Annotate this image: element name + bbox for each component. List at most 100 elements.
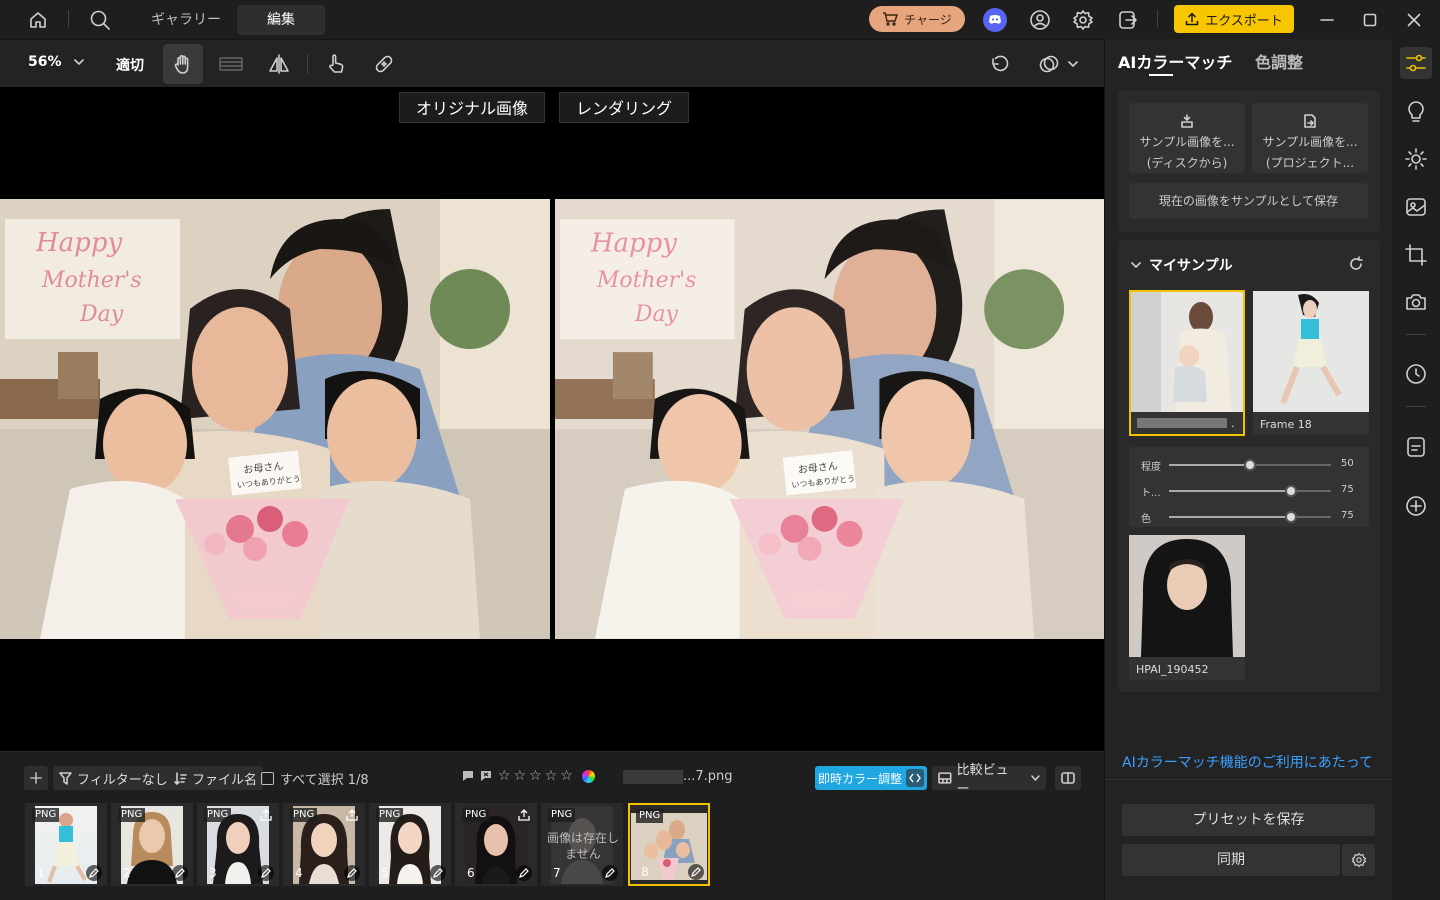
thumbnail-2[interactable]: PNG 2 bbox=[111, 803, 193, 886]
edit-icon[interactable] bbox=[516, 865, 532, 881]
discord-icon[interactable] bbox=[981, 0, 1009, 39]
color-label-icon[interactable] bbox=[581, 770, 595, 783]
filmstrip-icon bbox=[219, 57, 243, 71]
select-all-checkbox[interactable]: すべて選択 1/8 bbox=[261, 769, 369, 788]
slider-handle[interactable] bbox=[1284, 485, 1297, 497]
split-icon bbox=[1061, 772, 1075, 784]
my-samples-header[interactable]: マイサンプル bbox=[1131, 255, 1233, 275]
save-current-as-sample-button[interactable]: 現在の画像をサンプルとして保存 bbox=[1129, 183, 1368, 219]
reset-button[interactable] bbox=[980, 44, 1020, 84]
sort-button[interactable]: ファイル名 bbox=[168, 766, 264, 790]
slider-value: 50 bbox=[1341, 458, 1354, 469]
tab-ai-color-match[interactable]: AIカラーマッチ bbox=[1118, 49, 1232, 73]
slider-fill bbox=[1169, 464, 1250, 466]
sample-item-3[interactable]: HPAI_190452 bbox=[1129, 535, 1245, 680]
gear-icon[interactable] bbox=[1069, 0, 1097, 39]
png-badge: PNG bbox=[376, 808, 404, 822]
compare-view-select[interactable]: 比較ビュー bbox=[932, 763, 1046, 797]
export-button[interactable]: エクスポート bbox=[1174, 5, 1294, 33]
edit-icon[interactable] bbox=[172, 865, 188, 881]
rail-adjust[interactable] bbox=[1400, 47, 1432, 79]
sign-out-icon[interactable] bbox=[1114, 0, 1142, 39]
add-image-button[interactable] bbox=[24, 766, 48, 790]
rail-light[interactable] bbox=[1400, 143, 1432, 175]
minimize-icon[interactable] bbox=[1315, 0, 1339, 39]
flip-tool[interactable] bbox=[259, 44, 299, 84]
home-icon[interactable] bbox=[24, 0, 52, 39]
filename-blur bbox=[623, 770, 683, 784]
close-icon[interactable] bbox=[1402, 0, 1426, 39]
thumbnail-8[interactable]: PNG 8 bbox=[628, 803, 710, 886]
sample-item-2[interactable]: Frame 18 bbox=[1253, 291, 1369, 435]
split-view-button[interactable] bbox=[1055, 766, 1081, 790]
sample-from-disk-button[interactable]: サンプル画像を... (ディスクから) bbox=[1129, 103, 1245, 173]
ai-color-match-info-link[interactable]: AIカラーマッチ機能のご利用にあたって bbox=[1122, 752, 1373, 772]
tone-slider[interactable]: ト... 75 bbox=[1141, 481, 1355, 501]
refresh-icon[interactable] bbox=[1348, 256, 1364, 272]
divider bbox=[1157, 10, 1158, 28]
divider bbox=[68, 10, 69, 28]
thumbnail-5[interactable]: PNG 5 bbox=[369, 803, 451, 886]
filter-button[interactable]: フィルターなし bbox=[53, 766, 174, 790]
upload-icon[interactable] bbox=[346, 809, 358, 821]
edit-icon[interactable] bbox=[602, 865, 618, 881]
thumbnail-1[interactable]: PNG 1 bbox=[25, 803, 107, 886]
slider-handle[interactable] bbox=[1244, 459, 1256, 471]
maximize-icon[interactable] bbox=[1358, 0, 1382, 39]
fit-button[interactable]: 適切 bbox=[116, 55, 144, 75]
slider-track[interactable] bbox=[1169, 485, 1331, 497]
touch-tool[interactable] bbox=[316, 44, 356, 84]
edit-icon[interactable] bbox=[688, 864, 704, 880]
rail-history[interactable] bbox=[1400, 358, 1432, 390]
rail-notes[interactable] bbox=[1400, 431, 1432, 463]
sort-icon bbox=[174, 771, 187, 785]
rail-add[interactable] bbox=[1400, 490, 1432, 522]
slider-handle[interactable] bbox=[1284, 511, 1297, 523]
save-preset-button[interactable]: プリセットを保存 bbox=[1122, 804, 1375, 836]
rail-crop[interactable] bbox=[1400, 239, 1432, 271]
instant-color-toggle[interactable]: 即時カラー調整 bbox=[815, 766, 927, 790]
edit-icon[interactable] bbox=[344, 865, 360, 881]
thumbnail-number: 5 bbox=[381, 866, 389, 880]
thumbnail-7[interactable]: 画像は存在しません PNG 7 bbox=[541, 803, 623, 886]
thumbnail-6[interactable]: PNG 6 bbox=[455, 803, 537, 886]
png-badge: PNG bbox=[290, 808, 318, 822]
slider-track[interactable] bbox=[1169, 511, 1331, 523]
upload-icon[interactable] bbox=[260, 809, 272, 821]
overlay-select[interactable] bbox=[1028, 44, 1088, 84]
tab-edit[interactable]: 編集 bbox=[237, 5, 325, 35]
rail-camera[interactable] bbox=[1400, 286, 1432, 318]
preview-canvas[interactable]: オリジナル画像 レンダリング Happy Mother's Day お母さん い… bbox=[0, 88, 1104, 751]
edit-icon[interactable] bbox=[258, 865, 274, 881]
chevron-down-icon bbox=[1031, 775, 1040, 781]
rail-ai[interactable] bbox=[1400, 96, 1432, 128]
sample-item-1[interactable]: . bbox=[1129, 290, 1245, 436]
layout-tool[interactable] bbox=[211, 44, 251, 84]
hand-tool[interactable] bbox=[163, 44, 203, 84]
search-icon[interactable] bbox=[86, 0, 114, 39]
degree-slider[interactable]: 程度 50 bbox=[1141, 455, 1355, 475]
sliders-icon bbox=[1406, 54, 1426, 72]
slider-track[interactable] bbox=[1169, 459, 1331, 471]
slider-value: 75 bbox=[1341, 484, 1354, 495]
tab-gallery[interactable]: ギャラリー bbox=[140, 5, 232, 35]
edit-icon[interactable] bbox=[86, 865, 102, 881]
edit-icon[interactable] bbox=[430, 865, 446, 881]
zoom-select[interactable]: 56% bbox=[28, 54, 84, 70]
thumbnail-4[interactable]: PNG 4 bbox=[283, 803, 365, 886]
tab-color-adjust[interactable]: 色調整 bbox=[1255, 49, 1303, 73]
charge-button[interactable]: チャージ bbox=[869, 6, 965, 32]
rail-image[interactable] bbox=[1400, 191, 1432, 223]
star-rating[interactable]: ☆☆☆☆☆ bbox=[498, 769, 576, 783]
reject-flag-icon[interactable] bbox=[480, 770, 492, 782]
flag-icon[interactable] bbox=[462, 770, 474, 782]
thumbnail-3[interactable]: PNG 3 bbox=[197, 803, 279, 886]
bandage-tool[interactable] bbox=[364, 44, 404, 84]
sync-settings-button[interactable] bbox=[1342, 844, 1375, 876]
sync-button[interactable]: 同期 bbox=[1122, 844, 1340, 876]
account-icon[interactable] bbox=[1026, 0, 1054, 39]
filter-label: フィルターなし bbox=[77, 772, 168, 788]
upload-icon[interactable] bbox=[518, 809, 530, 821]
color-slider[interactable]: 色 75 bbox=[1141, 507, 1355, 527]
sample-from-project-button[interactable]: サンプル画像を... (プロジェクト... bbox=[1252, 103, 1368, 173]
